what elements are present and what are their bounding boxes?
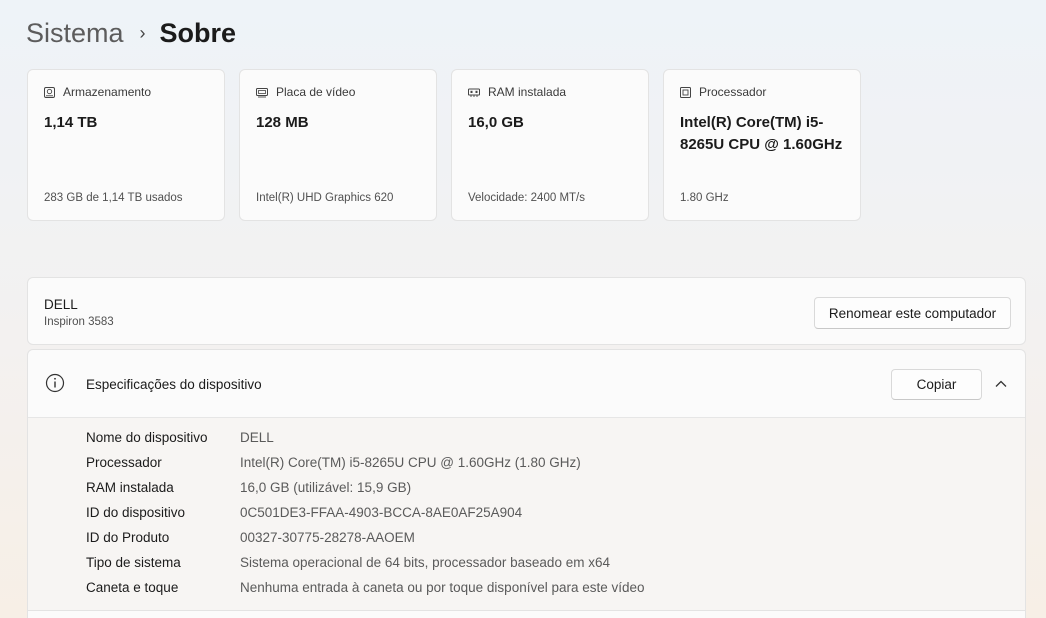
spec-row: ID do dispositivo 0C501DE3-FFAA-4903-BCC… <box>86 503 522 523</box>
spec-row: ID do Produto 00327-30775-28278-AAOEM <box>86 528 415 548</box>
device-name-row: DELL Inspiron 3583 Renomear este computa… <box>27 277 1026 345</box>
processor-icon <box>680 86 691 98</box>
storage-card[interactable]: Armazenamento 1,14 TB 283 GB de 1,14 TB … <box>27 69 225 221</box>
spec-row: Caneta e toque Nenhuma entrada à caneta … <box>86 578 645 598</box>
storage-icon <box>44 86 55 98</box>
processor-card-title: Processador <box>699 85 767 99</box>
spec-row: Tipo de sistema Sistema operacional de 6… <box>86 553 610 573</box>
breadcrumb: Sistema › Sobre <box>26 16 236 50</box>
page-title: Sobre <box>159 18 237 48</box>
info-icon <box>45 373 65 393</box>
storage-card-footer: 283 GB de 1,14 TB usados <box>44 192 183 204</box>
device-specifications-body: Nome do dispositivo DELL Processador Int… <box>28 418 1025 610</box>
device-specifications-header[interactable]: Especificações do dispositivo Copiar <box>28 350 1025 418</box>
chevron-up-icon[interactable] <box>994 377 1008 391</box>
spec-label: Nome do dispositivo <box>86 430 208 445</box>
spec-value: DELL <box>240 430 274 445</box>
ram-card-title: RAM instalada <box>488 85 567 99</box>
processor-card[interactable]: Processador Intel(R) Core(TM) i5-8265U C… <box>663 69 861 221</box>
ram-icon <box>468 88 480 97</box>
spec-value: Nenhuma entrada à caneta ou por toque di… <box>240 580 645 595</box>
ram-card-footer: Velocidade: 2400 MT/s <box>468 192 585 204</box>
divider <box>28 610 1025 611</box>
rename-computer-button[interactable]: Renomear este computador <box>814 297 1011 329</box>
gpu-card-footer: Intel(R) UHD Graphics 620 <box>256 192 394 204</box>
spec-value: 00327-30775-28278-AAOEM <box>240 530 415 545</box>
device-name: DELL <box>44 297 78 312</box>
chevron-right-icon: › <box>139 23 146 43</box>
spec-label: Caneta e toque <box>86 580 179 595</box>
spec-label: ID do dispositivo <box>86 505 186 520</box>
device-specifications-title: Especificações do dispositivo <box>86 377 262 392</box>
spec-label: Tipo de sistema <box>86 555 181 570</box>
spec-row: RAM instalada 16,0 GB (utilizável: 15,9 … <box>86 478 411 498</box>
processor-card-footer: 1.80 GHz <box>680 192 729 204</box>
gpu-card-value: 128 MB <box>256 114 309 131</box>
spec-label: Processador <box>86 455 162 470</box>
ram-card-value: 16,0 GB <box>468 114 524 131</box>
breadcrumb-sistema[interactable]: Sistema <box>26 16 124 50</box>
device-specifications-panel: Especificações do dispositivo Copiar Nom… <box>27 349 1026 618</box>
device-model: Inspiron 3583 <box>44 316 114 328</box>
gpu-icon <box>256 87 268 97</box>
spec-value: 16,0 GB (utilizável: 15,9 GB) <box>240 480 412 495</box>
spec-row: Nome do dispositivo DELL <box>86 428 274 448</box>
processor-card-value: Intel(R) Core(TM) i5-8265U CPU @ 1.60GHz <box>680 114 843 153</box>
spec-label: RAM instalada <box>86 480 174 495</box>
spec-value: Intel(R) Core(TM) i5-8265U CPU @ 1.60GHz… <box>240 455 581 470</box>
gpu-card[interactable]: Placa de vídeo 128 MB Intel(R) UHD Graph… <box>239 69 437 221</box>
spec-value: 0C501DE3-FFAA-4903-BCCA-8AE0AF25A904 <box>240 505 523 520</box>
ram-card[interactable]: RAM instalada 16,0 GB Velocidade: 2400 M… <box>451 69 649 221</box>
spec-label: ID do Produto <box>86 530 170 545</box>
copy-button[interactable]: Copiar <box>891 369 982 400</box>
spec-row: Processador Intel(R) Core(TM) i5-8265U C… <box>86 453 581 473</box>
storage-card-value: 1,14 TB <box>44 114 98 131</box>
storage-card-title: Armazenamento <box>63 85 152 99</box>
gpu-card-title: Placa de vídeo <box>276 85 356 99</box>
spec-value: Sistema operacional de 64 bits, processa… <box>240 555 610 570</box>
